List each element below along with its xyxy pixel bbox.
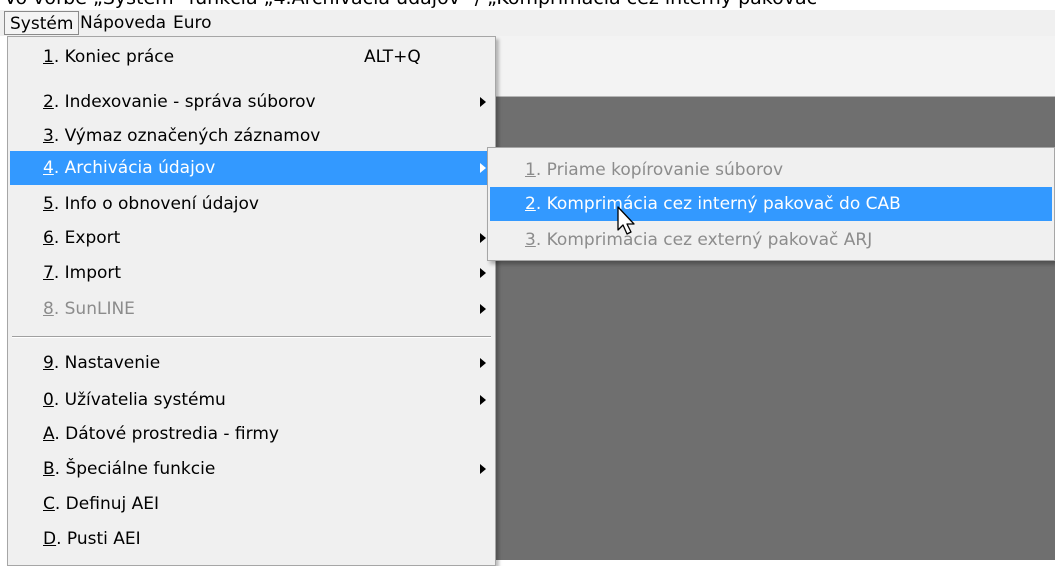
- menu-item-label: . Archivácia údajov: [53, 158, 216, 178]
- menu-item-vymaz[interactable]: 3. Výmaz označených záznamov: [10, 119, 493, 153]
- accel-key: 4: [43, 158, 54, 178]
- menu-item-export[interactable]: 6. Export: [10, 221, 493, 255]
- submenu-arrow-icon: [480, 358, 486, 368]
- submenu-arrow-icon: [480, 464, 486, 474]
- submenu-arrow-icon: [480, 233, 486, 243]
- menu-bar: Systém Nápoveda Euro: [0, 10, 1055, 36]
- menu-item-specialne-funkcie[interactable]: B. Špeciálne funkcie: [10, 452, 493, 486]
- menu-item-indexovanie[interactable]: 2. Indexovanie - správa súborov: [10, 85, 493, 119]
- menu-item-label: . Komprimácia cez interný pakovač do CAB: [535, 194, 901, 214]
- system-menu: 1. Koniec práce ALT+Q 2. Indexovanie - s…: [7, 36, 496, 566]
- menu-item-label: . Definuj AEI: [54, 494, 159, 514]
- menu-item-uzivatelia[interactable]: 0. Užívatelia systému: [10, 383, 493, 417]
- menu-item-label: . Priame kopírovanie súborov: [535, 160, 784, 180]
- submenu-item-komprimacia-cab[interactable]: 2. Komprimácia cez interný pakovač do CA…: [490, 187, 1052, 221]
- menu-item-sunline[interactable]: 8. SunLINE: [10, 292, 493, 326]
- menu-item-label: . Indexovanie - správa súborov: [53, 92, 316, 112]
- submenu-arrow-icon: [480, 304, 486, 314]
- accel-key: 3: [525, 230, 536, 250]
- accel-key: 2: [525, 194, 536, 214]
- menu-item-label: . Nastavenie: [53, 353, 161, 373]
- menu-item-label: . Špeciálne funkcie: [54, 459, 216, 479]
- menu-item-archivacia[interactable]: 4. Archivácia údajov: [10, 151, 493, 185]
- accel-key: 9: [43, 353, 54, 373]
- menu-item-label: . Pusti AEI: [56, 529, 141, 549]
- submenu-arrow-icon: [480, 268, 486, 278]
- menu-item-pusti-aei[interactable]: D. Pusti AEI: [10, 522, 493, 556]
- shortcut-label: ALT+Q: [364, 47, 421, 67]
- accel-key: 5: [43, 194, 54, 214]
- archivacia-submenu: 1. Priame kopírovanie súborov 2. Komprim…: [487, 147, 1055, 261]
- menu-item-label: . SunLINE: [53, 299, 135, 319]
- menu-item-definuj-aei[interactable]: C. Definuj AEI: [10, 487, 493, 521]
- menu-item-label: . Dátové prostredia - firmy: [54, 424, 279, 444]
- menu-item-datove-prostredia[interactable]: A. Dátové prostredia - firmy: [10, 417, 493, 451]
- accel-key: 2: [43, 92, 54, 112]
- submenu-arrow-icon: [480, 97, 486, 107]
- menu-item-label: . Export: [53, 228, 121, 248]
- menu-system[interactable]: Systém: [4, 11, 80, 35]
- menu-item-label: . Užívatelia systému: [53, 390, 226, 410]
- accel-key: 1: [43, 47, 54, 67]
- menu-item-label: . Info o obnovení údajov: [53, 194, 259, 214]
- menu-item-import[interactable]: 7. Import: [10, 256, 493, 290]
- submenu-item-komprimacia-arj[interactable]: 3. Komprimácia cez externý pakovač ARJ: [490, 223, 1052, 257]
- accel-key: 8: [43, 299, 54, 319]
- accel-key: B: [43, 459, 55, 479]
- accel-key: 0: [43, 390, 54, 410]
- arrow-cursor-icon: [617, 206, 635, 235]
- caption-text: Vo voľbe „Systém" funkcia „4.Archivácia …: [4, 0, 817, 9]
- submenu-arrow-icon: [480, 395, 486, 405]
- menu-separator: [12, 336, 491, 338]
- accel-key: 1: [525, 160, 536, 180]
- submenu-arrow-icon: [480, 163, 486, 173]
- menu-item-label: . Komprimácia cez externý pakovač ARJ: [535, 230, 873, 250]
- menu-napoveda[interactable]: Nápoveda: [75, 11, 171, 35]
- menu-item-info-obnovenie[interactable]: 5. Info o obnovení údajov: [10, 187, 493, 221]
- submenu-item-priame-kopirovanie[interactable]: 1. Priame kopírovanie súborov: [490, 153, 1052, 187]
- menu-euro[interactable]: Euro: [168, 11, 217, 35]
- accel-key: A: [43, 424, 55, 444]
- accel-key: C: [43, 494, 55, 514]
- toolbar-area: [496, 36, 1055, 97]
- accel-key: 3: [43, 126, 54, 146]
- accel-key: D: [43, 529, 57, 549]
- accel-key: 6: [43, 228, 54, 248]
- menu-item-label: . Koniec práce: [53, 47, 175, 67]
- accel-key: 7: [43, 263, 54, 283]
- menu-item-label: . Import: [53, 263, 122, 283]
- menu-item-koniec-prace[interactable]: 1. Koniec práce ALT+Q: [10, 40, 493, 74]
- menu-item-nastavenie[interactable]: 9. Nastavenie: [10, 346, 493, 380]
- menu-item-label: . Výmaz označených záznamov: [53, 126, 321, 146]
